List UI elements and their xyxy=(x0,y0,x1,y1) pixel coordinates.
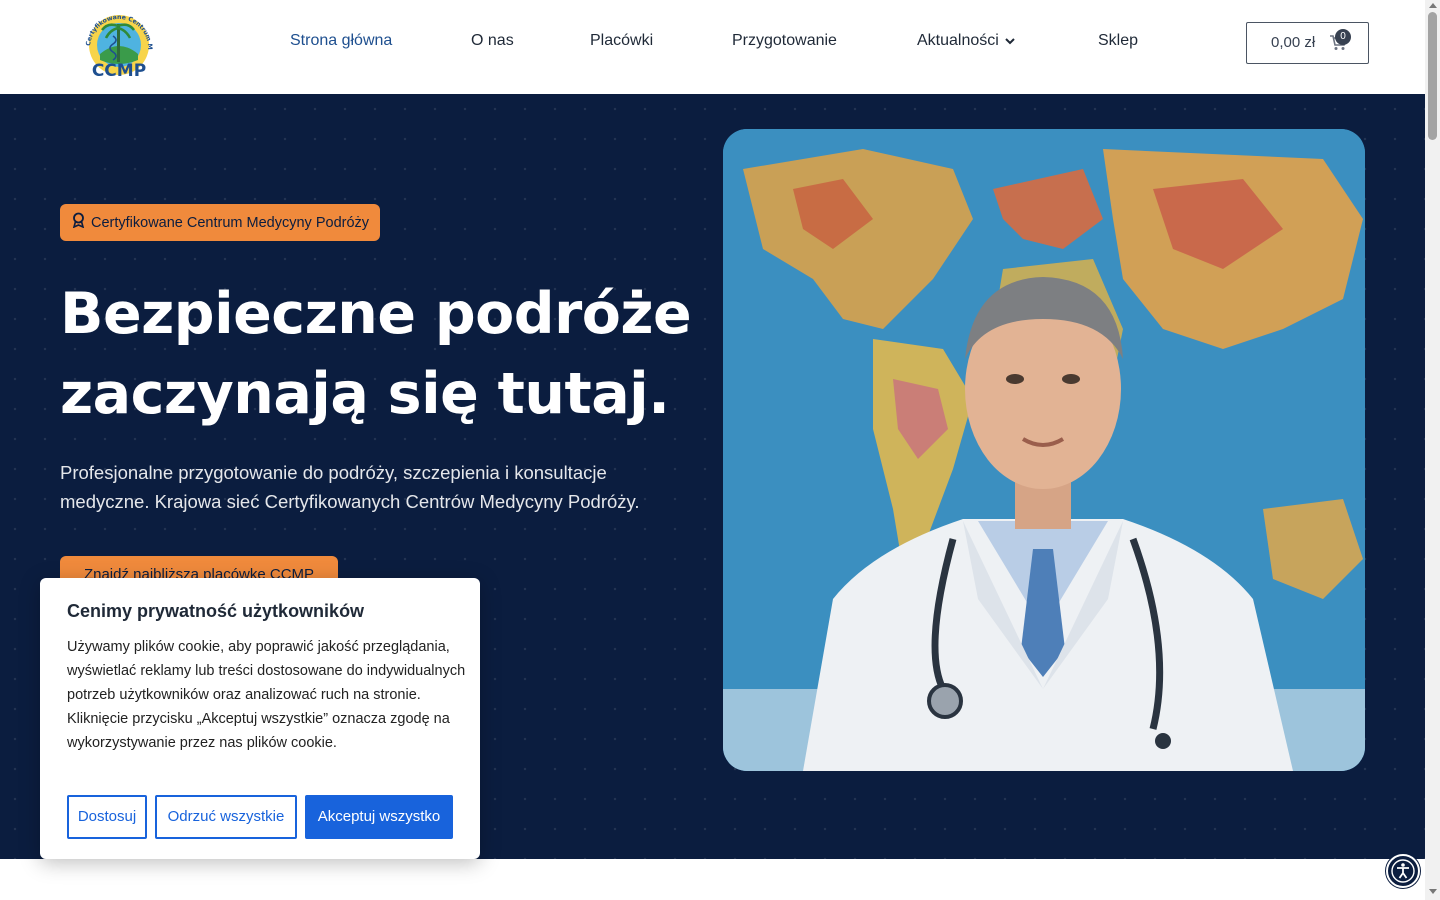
nav-locations[interactable]: Placówki xyxy=(590,32,653,50)
hero-subtitle: Profesjonalne przygotowanie do podróży, … xyxy=(60,462,640,512)
site-header: Certyfikowane Centrum Medycyny Podróży C… xyxy=(0,0,1425,94)
cookie-description: Używamy plików cookie, aby poprawić jako… xyxy=(67,639,466,751)
scroll-up-arrow-icon[interactable] xyxy=(1429,3,1437,8)
scroll-down-arrow-icon[interactable] xyxy=(1429,889,1437,894)
nav-about[interactable]: O nas xyxy=(471,32,514,50)
badge-label: Certyfikowane Centrum Medycyny Podróży xyxy=(91,214,370,231)
certification-badge: Certyfikowane Centrum Medycyny Podróży xyxy=(60,204,381,241)
cookie-consent-dialog: Cenimy prywatność użytkowników Używamy p… xyxy=(40,578,480,859)
cookie-title: Cenimy prywatność użytkowników xyxy=(67,601,365,621)
hero-title-line1: Bezpieczne podróże xyxy=(60,281,692,347)
nav-shop[interactable]: Sklep xyxy=(1098,32,1138,50)
cart-count-badge: 0 xyxy=(1335,29,1351,45)
customize-cookies-button[interactable]: Dostosuj xyxy=(67,795,147,839)
doctor-world-map-image xyxy=(723,129,1365,771)
nav-home[interactable]: Strona główna xyxy=(290,32,392,50)
accept-all-cookies-button[interactable]: Akceptuj wszystko xyxy=(305,795,453,839)
cart-button[interactable]: 0,00 zł 0 xyxy=(1246,22,1369,64)
nav-news[interactable]: Aktualności xyxy=(917,32,1015,50)
scrollbar-thumb[interactable] xyxy=(1428,12,1437,140)
chevron-down-icon[interactable] xyxy=(1005,32,1015,50)
hero-title: Bezpieczne podróże zaczynają się tutaj. xyxy=(60,274,710,434)
svg-text:CCMP: CCMP xyxy=(92,61,146,81)
nav-preparation[interactable]: Przygotowanie xyxy=(732,32,837,50)
hero-title-line2: zaczynają się tutaj. xyxy=(60,361,670,427)
page-scrollbar[interactable] xyxy=(1425,0,1440,900)
reject-all-cookies-button[interactable]: Odrzuć wszystkie xyxy=(155,795,297,839)
accessibility-icon[interactable] xyxy=(1386,854,1420,888)
nav-news-label: Aktualności xyxy=(917,32,999,50)
logo-emblem-icon: Certyfikowane Centrum Medycyny Podróży C… xyxy=(78,2,153,81)
cart-total: 0,00 zł xyxy=(1271,34,1316,51)
ccmp-logo[interactable]: Certyfikowane Centrum Medycyny Podróży C… xyxy=(78,2,158,82)
award-icon xyxy=(72,212,85,233)
